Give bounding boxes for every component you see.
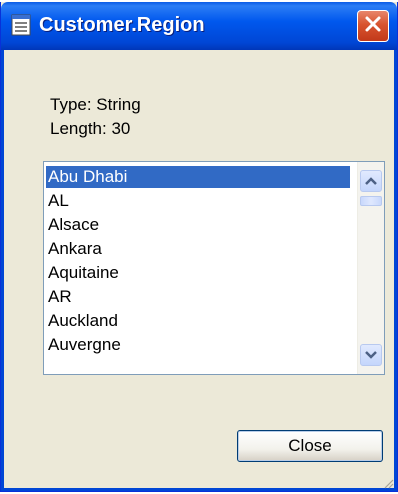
list-item[interactable]: AR (46, 286, 350, 308)
list-item[interactable]: Ankara (46, 238, 350, 260)
list-item[interactable]: Auckland (46, 310, 350, 332)
window-title: Customer.Region (39, 14, 205, 36)
scroll-thumb[interactable] (360, 196, 382, 206)
list-item[interactable]: Abu Dhabi (46, 166, 350, 188)
list-item[interactable]: Aquitaine (46, 262, 350, 284)
chevron-down-icon (365, 346, 377, 364)
scroll-down-button[interactable] (360, 344, 382, 366)
table-sheet-icon (11, 14, 31, 36)
dialog-window: Customer.Region Type: String Length: 30 … (0, 2, 398, 492)
list-item[interactable]: Auvergne (46, 334, 350, 356)
list-item[interactable]: AL (46, 190, 350, 212)
type-info: Type: String (50, 95, 141, 114)
title-bar[interactable]: Customer.Region (1, 2, 397, 50)
vertical-scrollbar[interactable] (357, 162, 384, 374)
length-info: Length: 30 (50, 119, 131, 138)
close-x-icon (364, 15, 382, 38)
values-listbox[interactable]: Abu Dhabi AL Alsace Ankara Aquitaine AR … (43, 161, 385, 375)
list-item[interactable]: Alsace (46, 214, 350, 236)
scroll-up-button[interactable] (360, 170, 382, 192)
window-close-button[interactable] (357, 10, 389, 42)
chevron-up-icon (365, 172, 377, 190)
close-button[interactable]: Close (237, 430, 383, 462)
resize-grip-icon[interactable] (382, 476, 394, 489)
